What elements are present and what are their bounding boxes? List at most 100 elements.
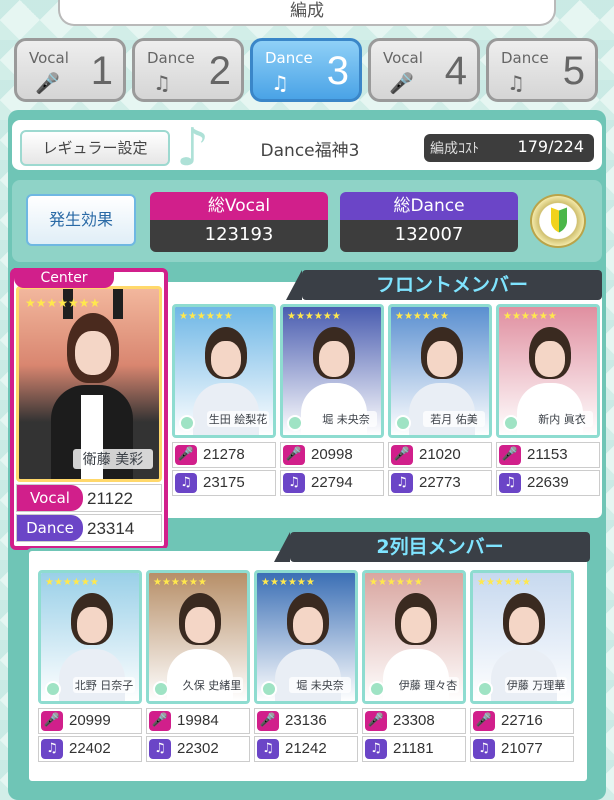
member-vocal-value: 22716 bbox=[501, 712, 543, 729]
music-note-icon: ♫ bbox=[473, 739, 495, 759]
member-dance-value: 23175 bbox=[203, 474, 245, 491]
microphone-icon: 🎤 bbox=[41, 711, 63, 731]
tab-dance-2[interactable]: Dance ♫ 2 bbox=[132, 38, 244, 102]
member-name: 北野 日奈子 bbox=[73, 677, 135, 693]
member-face bbox=[535, 341, 565, 377]
member-card[interactable]: ★★★★★★ 若月 佑美 bbox=[388, 304, 492, 438]
member-dance-row: ♫ 21077 bbox=[470, 736, 574, 762]
beginner-mark-icon[interactable] bbox=[530, 194, 586, 248]
member-face bbox=[185, 607, 215, 643]
tab-vocal-1[interactable]: Vocal 🎤 1 bbox=[14, 38, 126, 102]
member-face bbox=[509, 607, 539, 643]
microphone-icon: 🎤 bbox=[149, 711, 171, 731]
total-dance-value: 132007 bbox=[340, 220, 518, 252]
member-card[interactable]: ★★★★★★ 伊藤 理々杏 bbox=[362, 570, 466, 704]
rarity-stars-icon: ★★★★★★ bbox=[503, 311, 557, 322]
total-dance-stat: 総Dance 132007 bbox=[340, 192, 518, 252]
tab-number: 4 bbox=[444, 49, 467, 93]
regular-settings-button[interactable]: レギュラー設定 bbox=[20, 130, 170, 166]
clover-icon bbox=[395, 415, 411, 431]
member-vocal-value: 20999 bbox=[69, 712, 111, 729]
clover-icon bbox=[45, 681, 61, 697]
cost-label: 編成ｺｽﾄ bbox=[430, 141, 479, 157]
front-members-title: フロントメンバー bbox=[286, 270, 602, 300]
member-card[interactable]: ★★★★★★ 北野 日奈子 bbox=[38, 570, 142, 704]
member-dance-row: ♫ 22773 bbox=[388, 470, 492, 496]
member-vocal-value: 23308 bbox=[393, 712, 435, 729]
center-dance-row: Dance 23314 bbox=[16, 514, 162, 542]
member-vocal-row: 🎤 23136 bbox=[254, 708, 358, 734]
music-note-icon: ♫ bbox=[391, 473, 413, 493]
member-face bbox=[293, 607, 323, 643]
member-face bbox=[319, 341, 349, 377]
member-vocal-row: 🎤 21278 bbox=[172, 442, 276, 468]
member-dance-row: ♫ 22402 bbox=[38, 736, 142, 762]
effect-button[interactable]: 発生効果 bbox=[26, 194, 136, 246]
tab-vocal-4[interactable]: Vocal 🎤 4 bbox=[368, 38, 480, 102]
member-vocal-value: 20998 bbox=[311, 446, 353, 463]
member-card[interactable]: ★★★★★★ 久保 史緒里 bbox=[146, 570, 250, 704]
clover-icon bbox=[369, 681, 385, 697]
music-note-icon: ♪ bbox=[176, 118, 210, 178]
music-note-icon: ♫ bbox=[271, 71, 289, 95]
microphone-icon: 🎤 bbox=[257, 711, 279, 731]
microphone-icon: 🎤 bbox=[389, 71, 414, 95]
member-card[interactable]: ★★★★★★ 堀 未央奈 bbox=[254, 570, 358, 704]
member-vocal-row: 🎤 21153 bbox=[496, 442, 600, 468]
center-member-card[interactable]: ★★★★★★★ 衛藤 美彩 bbox=[16, 286, 162, 482]
music-note-icon: ♫ bbox=[41, 739, 63, 759]
member-face bbox=[401, 607, 431, 643]
member-face bbox=[77, 607, 107, 643]
member-card[interactable]: ★★★★★★ 新内 眞衣 bbox=[496, 304, 600, 438]
microphone-icon: 🎤 bbox=[283, 445, 305, 465]
member-name: 新内 眞衣 bbox=[531, 411, 593, 427]
center-tag: Center bbox=[14, 268, 114, 288]
member-dance-value: 21242 bbox=[285, 740, 327, 757]
member-name: 堀 未央奈 bbox=[289, 677, 351, 693]
tab-kind-label: Vocal bbox=[383, 49, 423, 67]
clover-icon bbox=[179, 415, 195, 431]
member-dance-value: 21077 bbox=[501, 740, 543, 757]
member-dance-row: ♫ 21242 bbox=[254, 736, 358, 762]
member-dance-row: ♫ 22639 bbox=[496, 470, 600, 496]
page-title: 編成 bbox=[58, 0, 556, 26]
center-vocal-row: Vocal 21122 bbox=[16, 484, 162, 512]
deck-name: Dance福神3 bbox=[260, 141, 360, 161]
tab-kind-label: Dance bbox=[147, 49, 195, 67]
clover-icon bbox=[153, 681, 169, 697]
member-card[interactable]: ★★★★★★ 堀 未央奈 bbox=[280, 304, 384, 438]
microphone-icon: 🎤 bbox=[391, 445, 413, 465]
tab-number: 5 bbox=[562, 49, 585, 93]
tab-number: 3 bbox=[326, 49, 349, 93]
clover-icon bbox=[287, 415, 303, 431]
rarity-stars-icon: ★★★★★★ bbox=[287, 311, 341, 322]
rarity-stars-icon: ★★★★★★ bbox=[369, 577, 423, 588]
member-dance-row: ♫ 23175 bbox=[172, 470, 276, 496]
member-card[interactable]: ★★★★★★ 生田 絵梨花 bbox=[172, 304, 276, 438]
member-dance-row: ♫ 22794 bbox=[280, 470, 384, 496]
tab-dance-5[interactable]: Dance ♫ 5 bbox=[486, 38, 598, 102]
rarity-stars-icon: ★★★★★★ bbox=[45, 577, 99, 588]
member-name: 伊藤 理々杏 bbox=[397, 677, 459, 693]
music-note-icon: ♫ bbox=[499, 473, 521, 493]
member-name: 若月 佑美 bbox=[423, 411, 485, 427]
member-vocal-row: 🎤 20998 bbox=[280, 442, 384, 468]
tab-kind-label: Dance bbox=[501, 49, 549, 67]
center-member-name: 衛藤 美彩 bbox=[73, 449, 153, 469]
dance-label: Dance bbox=[17, 515, 83, 541]
clover-icon bbox=[261, 681, 277, 697]
member-card[interactable]: ★★★★★★ 伊藤 万理華 bbox=[470, 570, 574, 704]
tab-number: 2 bbox=[208, 49, 231, 93]
member-vocal-row: 🎤 20999 bbox=[38, 708, 142, 734]
tab-kind-label: Vocal bbox=[29, 49, 69, 67]
member-vocal-row: 🎤 19984 bbox=[146, 708, 250, 734]
formation-tabs: Vocal 🎤 1 Dance ♫ 2 Dance ♫ 3 Vocal 🎤 4 … bbox=[14, 38, 602, 106]
member-dance-value: 22302 bbox=[177, 740, 219, 757]
rarity-stars-icon: ★★★★★★★ bbox=[25, 296, 101, 310]
tab-dance-3[interactable]: Dance ♫ 3 bbox=[250, 38, 362, 102]
rarity-stars-icon: ★★★★★★ bbox=[261, 577, 315, 588]
tab-number: 1 bbox=[90, 49, 113, 93]
rarity-stars-icon: ★★★★★★ bbox=[153, 577, 207, 588]
member-dance-value: 22794 bbox=[311, 474, 353, 491]
microphone-icon: 🎤 bbox=[499, 445, 521, 465]
